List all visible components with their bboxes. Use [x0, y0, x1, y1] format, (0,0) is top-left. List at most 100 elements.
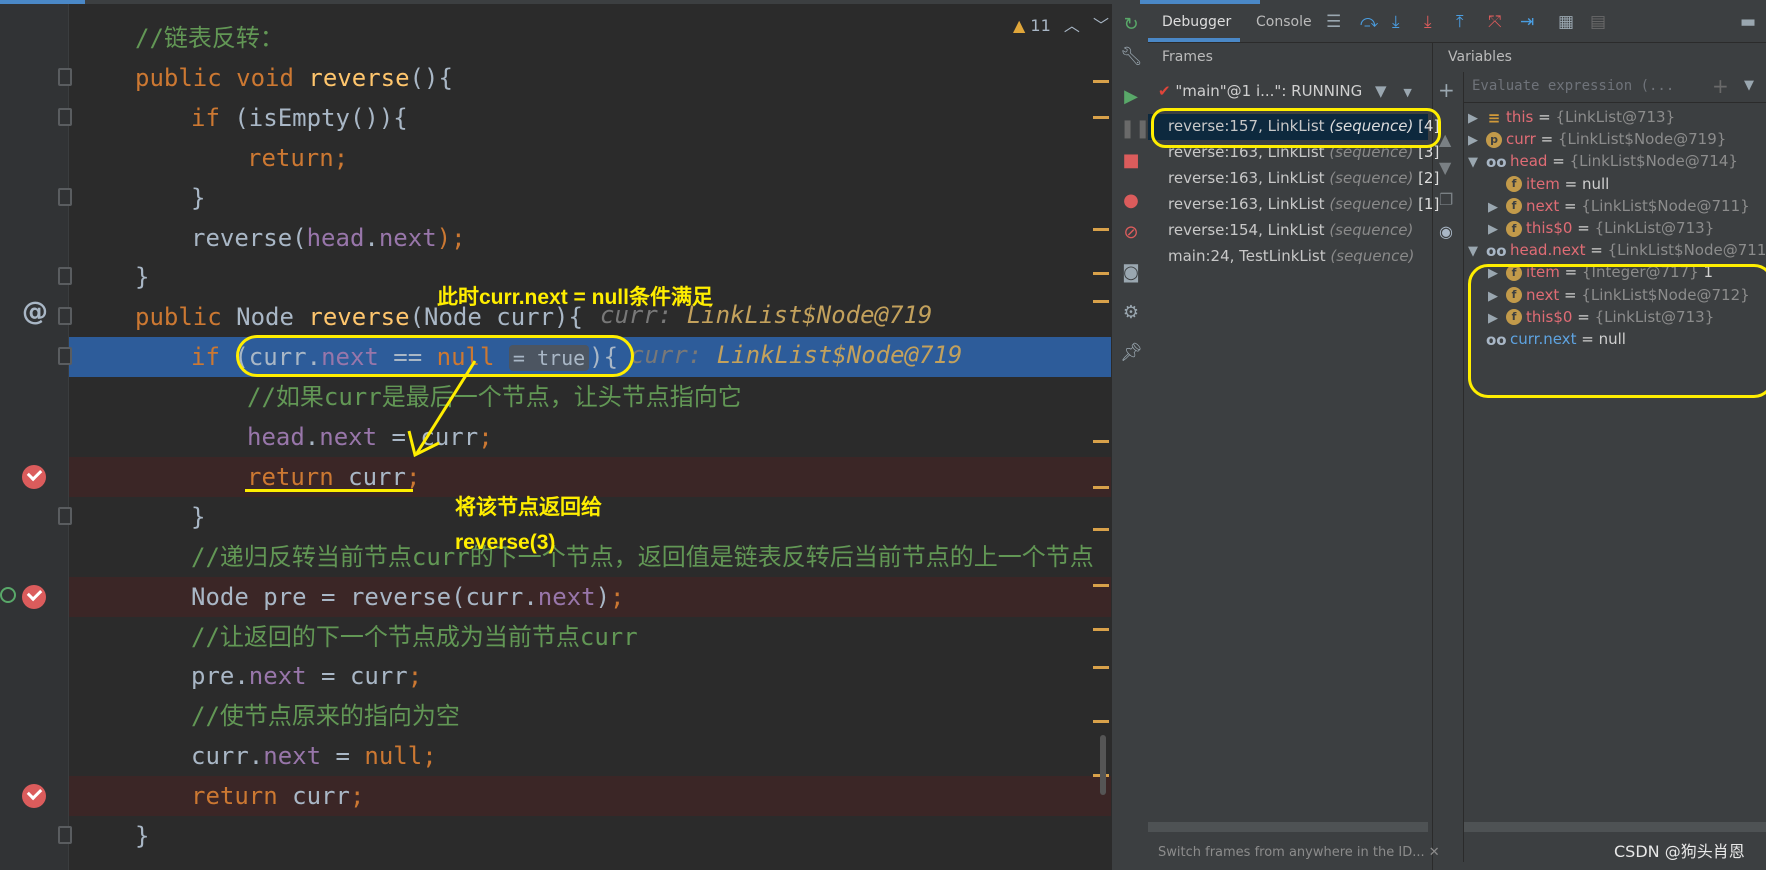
rerun-icon[interactable]: ↻: [1120, 14, 1142, 36]
pause-icon[interactable]: ❚❚: [1120, 118, 1150, 140]
variable-row[interactable]: ▶ f this$0 = {LinkList@713}: [1488, 219, 1714, 243]
chevron-right-icon[interactable]: ▶: [1488, 200, 1502, 215]
variable-row[interactable]: ▶ f next = {LinkList$Node@711}: [1488, 197, 1750, 221]
thread-selector[interactable]: ✔ "main"@1 i...": RUNNING ▼ ▼: [1158, 82, 1412, 100]
chevron-right-icon[interactable]: ▶: [1488, 222, 1502, 237]
camera-icon[interactable]: ◙: [1120, 262, 1142, 284]
breakpoint-icon[interactable]: [22, 584, 46, 609]
chevron-down-icon[interactable]: ▼: [1403, 86, 1411, 99]
scroll-marker[interactable]: [1093, 80, 1109, 83]
code-line[interactable]: //让返回的下一个节点成为当前节点curr: [69, 617, 1111, 657]
settings-icon[interactable]: ⚙: [1120, 302, 1142, 324]
step-marker-icon[interactable]: [0, 586, 16, 603]
fold-marker-icon[interactable]: [58, 187, 72, 206]
code-line[interactable]: //递归反转当前节点curr的下一个节点，返回值是链表反转后当前节点的上一个节点: [69, 537, 1111, 577]
chevron-right-icon[interactable]: ▶: [1468, 133, 1482, 148]
step-out-icon[interactable]: ⤒: [1456, 12, 1464, 32]
code-line[interactable]: return;: [69, 138, 1111, 178]
run-to-cursor-icon[interactable]: ⇥: [1520, 12, 1534, 32]
editor-gutter[interactable]: [0, 4, 68, 870]
scroll-marker[interactable]: [1093, 720, 1109, 723]
code-token: ;: [610, 582, 625, 611]
scroll-marker[interactable]: [1093, 440, 1109, 443]
code-line[interactable]: reverse(head.next);: [69, 218, 1111, 258]
evaluate-expression-input[interactable]: Evaluate expression (... + ▼: [1464, 72, 1766, 103]
copy-icon[interactable]: ❐: [1439, 190, 1453, 209]
fold-marker-icon[interactable]: [58, 347, 72, 366]
step-into-icon[interactable]: ⤓: [1392, 12, 1400, 32]
code-line[interactable]: head.next = curr;: [69, 417, 1111, 457]
scroll-down-icon[interactable]: ▼: [1439, 158, 1451, 177]
filter-icon[interactable]: ▼: [1375, 82, 1387, 100]
prev-warning-icon[interactable]: ︿: [1064, 16, 1080, 35]
code-line[interactable]: }: [69, 178, 1111, 218]
table-icon[interactable]: ▦: [1558, 12, 1574, 32]
variable-row[interactable]: ▼ oo head.next = {LinkList$Node@711}: [1468, 241, 1766, 265]
code-line[interactable]: }: [69, 816, 1111, 856]
code-line[interactable]: Node pre = reverse(curr.next);: [69, 576, 1111, 617]
eye-icon[interactable]: ◉: [1439, 222, 1453, 241]
grid-icon[interactable]: ▤: [1590, 12, 1606, 32]
code-line[interactable]: return curr;: [69, 776, 1111, 817]
stop-icon[interactable]: ■: [1120, 150, 1142, 172]
force-step-into-icon[interactable]: ⤓: [1424, 12, 1432, 32]
scroll-marker[interactable]: [1093, 666, 1109, 669]
scroll-marker[interactable]: [1093, 116, 1109, 119]
fold-marker-icon[interactable]: [58, 267, 72, 286]
code-token: head: [306, 223, 365, 252]
list-icon[interactable]: ☰: [1326, 12, 1341, 32]
code-line[interactable]: //使节点原来的指向为空: [69, 696, 1111, 736]
frame-item[interactable]: main:24, TestLinkList (sequence): [1148, 244, 1428, 270]
wrench-icon[interactable]: 🔧︎: [1120, 46, 1143, 68]
code-line[interactable]: //如果curr是最后一个节点，让头节点指向它: [69, 377, 1111, 417]
fold-marker-icon[interactable]: [58, 107, 72, 126]
pin-icon[interactable]: 📌︎: [1120, 342, 1143, 364]
mute-breakpoints-icon[interactable]: ⊘: [1120, 222, 1142, 244]
step-over-icon[interactable]: ⤼: [1360, 12, 1378, 32]
inspection-warnings[interactable]: ▲ 11 ︿ ﹀: [1013, 12, 1109, 36]
minimize-icon[interactable]: ▬: [1740, 12, 1756, 32]
variables-scrollbar[interactable]: [1464, 822, 1766, 832]
tab-console[interactable]: Console: [1256, 14, 1312, 30]
code-line[interactable]: public void reverse(){: [69, 58, 1111, 98]
frames-scrollbar[interactable]: [1148, 822, 1428, 832]
editor-scrollbar[interactable]: [1100, 735, 1106, 795]
scroll-marker[interactable]: [1093, 584, 1109, 587]
add-watch-icon[interactable]: +: [1712, 74, 1729, 98]
scroll-marker[interactable]: [1093, 486, 1109, 489]
code-line[interactable]: //链表反转：: [69, 18, 1111, 58]
variable-row[interactable]: ▶ ≡ this = {LinkList@713}: [1468, 108, 1675, 132]
variable-row[interactable]: ▼ oo head = {LinkList$Node@714}: [1468, 152, 1738, 176]
frame-item[interactable]: reverse:163, LinkList (sequence) [2]: [1148, 166, 1439, 192]
frame-item[interactable]: reverse:154, LinkList (sequence): [1148, 218, 1428, 244]
code-line[interactable]: if (isEmpty()){: [69, 98, 1111, 138]
chevron-down-icon[interactable]: ▼: [1468, 155, 1482, 170]
scroll-marker[interactable]: [1093, 228, 1109, 231]
fold-marker-icon[interactable]: [58, 506, 72, 525]
scroll-marker[interactable]: [1093, 300, 1109, 303]
resume-icon[interactable]: ▶: [1120, 86, 1142, 108]
drop-frame-icon[interactable]: ⤧: [1488, 12, 1502, 32]
breakpoint-icon[interactable]: [22, 784, 46, 809]
next-warning-icon[interactable]: ﹀: [1093, 16, 1109, 35]
fold-marker-icon[interactable]: [58, 67, 72, 86]
chevron-right-icon[interactable]: ▶: [1468, 111, 1482, 126]
variable-name: item: [1526, 174, 1560, 193]
code-line[interactable]: curr.next = null;: [69, 736, 1111, 776]
code-line[interactable]: pre.next = curr;: [69, 656, 1111, 696]
scroll-marker[interactable]: [1093, 272, 1109, 275]
tab-debugger[interactable]: Debugger: [1162, 14, 1231, 30]
override-marker-icon[interactable]: @: [22, 297, 48, 327]
view-breakpoints-icon[interactable]: ●: [1120, 190, 1142, 212]
fold-marker-icon[interactable]: [58, 307, 72, 326]
scroll-marker[interactable]: [1093, 528, 1109, 531]
variable-row[interactable]: ▶ p curr = {LinkList$Node@719}: [1468, 130, 1726, 154]
breakpoint-icon[interactable]: [22, 464, 46, 489]
scroll-marker[interactable]: [1093, 628, 1109, 631]
variable-row[interactable]: f item = null: [1488, 175, 1609, 199]
chevron-down-icon[interactable]: ▼: [1744, 78, 1754, 93]
fold-marker-icon[interactable]: [58, 826, 72, 844]
chevron-down-icon[interactable]: ▼: [1468, 244, 1482, 259]
annotation-ellipse-vars: [1468, 264, 1766, 398]
frame-item[interactable]: reverse:163, LinkList (sequence) [1]: [1148, 192, 1439, 218]
